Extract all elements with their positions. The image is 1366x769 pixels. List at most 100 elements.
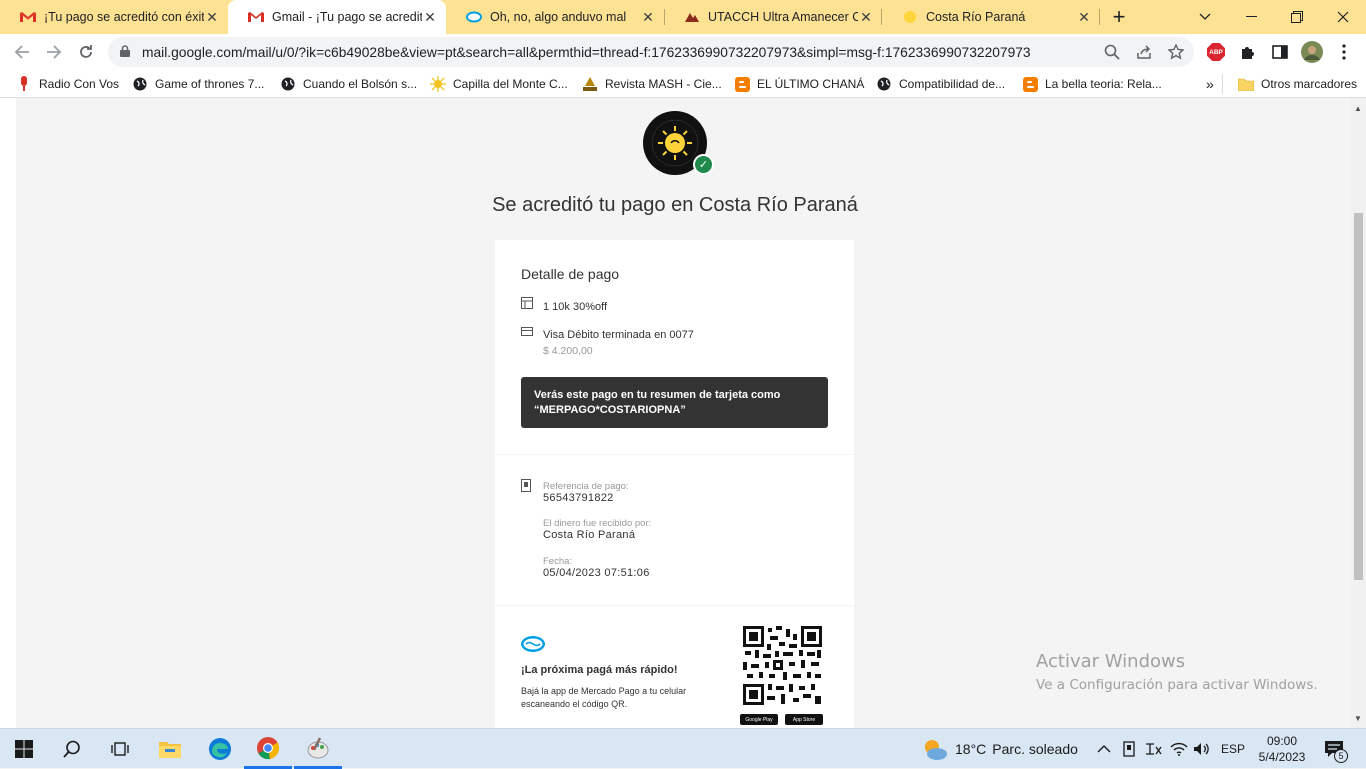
address-bar[interactable]: mail.google.com/mail/u/0/?ik=c6b49028be&…	[108, 37, 1194, 67]
tab-search-icon[interactable]	[1182, 0, 1228, 34]
tab-utacch[interactable]: UTACCH Ultra Amanecer Co ✕	[664, 0, 882, 34]
statement-notice-line2: “MERPAGO*COSTARIOPNA”	[534, 404, 686, 416]
device-icon[interactable]	[1122, 729, 1136, 769]
bookmark-item[interactable]: Capilla del Monte C...	[430, 76, 568, 92]
scroll-down-icon[interactable]: ▼	[1354, 714, 1362, 723]
globe-icon	[876, 76, 892, 92]
bookmark-item[interactable]: Radio Con Vos	[16, 76, 119, 92]
detail-title: Detalle de pago	[521, 266, 620, 282]
tab-gmail-active[interactable]: Gmail - ¡Tu pago se acreditó ✕	[228, 0, 446, 34]
bookmark-label: Otros marcadores	[1261, 77, 1358, 91]
box-icon	[521, 297, 533, 309]
tab-gmail-payment[interactable]: ¡Tu pago se acreditó con éxito ✕	[0, 0, 228, 34]
back-button[interactable]	[8, 38, 36, 66]
extensions-puzzle-icon[interactable]	[1238, 42, 1258, 62]
paint-icon[interactable]	[294, 729, 342, 769]
ime-icon[interactable]	[1144, 729, 1162, 769]
reload-button[interactable]	[72, 38, 100, 66]
close-icon[interactable]: ✕	[422, 9, 438, 25]
gmail-icon	[248, 9, 264, 25]
notifications-count: 5	[1334, 749, 1348, 763]
share-icon[interactable]	[1134, 42, 1154, 62]
bookmark-item[interactable]: Revista MASH - Cie...	[582, 76, 722, 92]
close-icon[interactable]: ✕	[204, 9, 220, 25]
card-icon	[521, 327, 533, 336]
profile-avatar[interactable]	[1300, 40, 1324, 64]
bookmark-label: La bella teoria: Rela...	[1045, 77, 1162, 91]
date-label: Fecha:	[543, 556, 573, 567]
weather-temperature: 18°C	[955, 741, 987, 757]
tab-costa-rio[interactable]: Costa Río Paraná ✕	[882, 0, 1100, 34]
wifi-icon[interactable]	[1170, 729, 1188, 769]
bookmark-item[interactable]: Game of thrones 7...	[132, 76, 264, 92]
lock-icon	[120, 45, 130, 57]
bookmark-star-icon[interactable]	[1166, 42, 1186, 62]
zoom-icon[interactable]	[1102, 42, 1122, 62]
chrome-icon[interactable]	[244, 729, 292, 769]
windows-taskbar: 18°C Parc. soleado ESP 09:00 5/4/2023 5	[0, 728, 1366, 769]
google-play-badge[interactable]: Google Play	[740, 714, 778, 725]
gmail-icon	[20, 9, 36, 25]
tab-title: ¡Tu pago se acreditó con éxito	[44, 10, 204, 24]
task-view-icon[interactable]	[96, 729, 144, 769]
app-store-badge[interactable]: App Store	[785, 714, 823, 725]
payment-method: Visa Débito terminada en 0077	[543, 329, 694, 341]
volume-icon[interactable]	[1193, 729, 1211, 769]
bookmark-item[interactable]: EL ÚLTIMO CHANÁ	[734, 76, 864, 92]
globe-icon	[280, 76, 296, 92]
bookmark-item[interactable]: La bella teoria: Rela...	[1022, 76, 1162, 92]
notifications-icon[interactable]: 5	[1324, 729, 1348, 769]
tab-strip: ¡Tu pago se acreditó con éxito ✕ Gmail -…	[0, 0, 1366, 34]
scroll-up-icon[interactable]: ▲	[1354, 104, 1362, 113]
promo-title: ¡La próxima pagá más rápido!	[521, 664, 678, 676]
reference-value: 56543791822	[543, 492, 614, 504]
blogger-icon	[1022, 76, 1038, 92]
partly-sunny-icon	[925, 740, 947, 760]
adblock-plus-icon[interactable]: ABP	[1206, 42, 1226, 62]
weather-widget[interactable]: 18°C Parc. soleado	[922, 729, 1078, 769]
qr-code[interactable]	[743, 626, 822, 705]
minimize-button[interactable]	[1228, 0, 1274, 34]
tab-mercadopago[interactable]: Oh, no, algo anduvo mal ✕	[446, 0, 664, 34]
receiver-value: Costa Río Paraná	[543, 529, 636, 541]
show-hidden-icons-chevron[interactable]	[1097, 729, 1111, 769]
date-value: 05/04/2023 07:51:06	[543, 567, 650, 579]
other-bookmarks[interactable]: Otros marcadores	[1238, 76, 1357, 92]
scrollbar-thumb[interactable]	[1354, 213, 1363, 580]
globe-icon	[132, 76, 148, 92]
restore-button[interactable]	[1274, 0, 1320, 34]
mic-icon	[16, 76, 32, 92]
mercadopago-icon	[466, 9, 482, 25]
close-window-button[interactable]	[1320, 0, 1366, 34]
search-icon[interactable]	[48, 729, 96, 769]
bookmark-label: EL ÚLTIMO CHANÁ	[757, 77, 865, 91]
close-icon[interactable]: ✕	[858, 9, 874, 25]
new-tab-button[interactable]: +	[1097, 0, 1141, 34]
utacch-icon	[684, 9, 700, 25]
chrome-menu-icon[interactable]	[1334, 42, 1354, 62]
edge-icon[interactable]	[196, 729, 244, 769]
page-margin	[0, 98, 16, 728]
bookmark-item[interactable]: Compatibilidad de...	[876, 76, 1005, 92]
bookmark-item[interactable]: Cuando el Bolsón s...	[280, 76, 417, 92]
windows-start-icon[interactable]	[0, 729, 48, 769]
payment-detail-card: Detalle de pago 1 10k 30%off Visa Débito…	[495, 240, 854, 454]
side-panel-icon[interactable]	[1270, 42, 1290, 62]
bookmarks-overflow-button[interactable]: »	[1206, 76, 1214, 92]
success-check-icon: ✓	[693, 154, 714, 175]
url-text: mail.google.com/mail/u/0/?ik=c6b49028be&…	[142, 44, 1031, 60]
clock[interactable]: 09:00 5/4/2023	[1252, 729, 1312, 769]
close-icon[interactable]: ✕	[640, 9, 656, 25]
forward-button[interactable]	[40, 38, 68, 66]
folder-icon	[1238, 76, 1254, 92]
email-viewport: ✓ Se acreditó tu pago en Costa Río Paran…	[0, 98, 1366, 728]
scrollbar[interactable]: ▲ ▼	[1350, 98, 1366, 728]
mash-icon	[582, 76, 598, 92]
language-indicator[interactable]: ESP	[1221, 729, 1245, 769]
file-explorer-icon[interactable]	[146, 729, 194, 769]
activation-watermark-subtitle: Ve a Configuración para activar Windows.	[1036, 677, 1318, 693]
bookmark-label: Revista MASH - Cie...	[605, 77, 722, 91]
close-icon[interactable]: ✕	[1076, 9, 1092, 25]
promo-line1: Bajá la app de Mercado Pago a tu celular	[521, 686, 687, 696]
bookmark-label: Compatibilidad de...	[899, 77, 1006, 91]
